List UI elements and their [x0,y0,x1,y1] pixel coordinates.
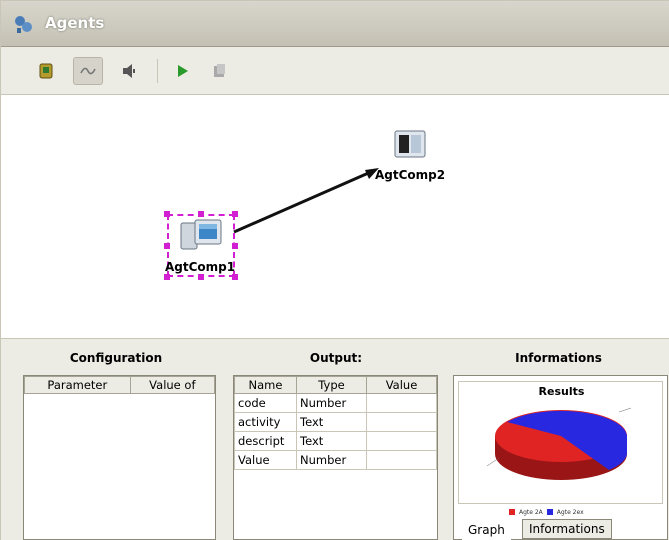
pie-chart [486,407,632,480]
type-cell: Text [296,431,367,451]
resize-handle[interactable] [232,274,238,280]
toolbar [1,47,669,95]
toolbar-separator [157,59,158,83]
resize-handle[interactable] [232,211,238,217]
value-cell[interactable] [366,450,437,470]
resize-handle[interactable] [198,274,204,280]
column-header[interactable]: Parameter [24,376,131,394]
stop-icon [214,64,225,77]
agent-computer-icon[interactable] [391,129,431,165]
value-cell[interactable] [366,393,437,413]
legend-label: Agte 2A [519,508,543,516]
add-agent-button[interactable] [31,57,61,85]
table-row[interactable]: activity Text [234,412,437,432]
type-cell: Number [296,393,367,413]
resize-handle[interactable] [164,243,170,249]
type-cell: Text [296,412,367,432]
table-row[interactable]: code Number [234,393,437,413]
sound-button[interactable] [114,57,144,85]
slice-leader-line [618,407,632,413]
name-cell: activity [234,412,297,432]
configuration-table[interactable]: Parameter Value of [23,375,216,540]
name-cell: code [234,393,297,413]
window-title: Agents [45,14,105,32]
connector-tool-button[interactable] [73,57,103,85]
node-label[interactable]: AgtComp1 [165,260,235,274]
legend-swatch [546,509,553,515]
configuration-title: Configuration [69,351,163,365]
type-cell: Number [296,450,367,470]
output-table[interactable]: Name Type Value code Number activity Tex… [233,375,438,540]
node-label[interactable]: AgtComp2 [375,168,445,182]
informations-title: Informations [515,351,602,365]
resize-handle[interactable] [232,243,238,249]
run-button[interactable] [167,57,197,85]
resize-handle[interactable] [164,274,170,280]
value-cell[interactable] [366,412,437,432]
play-icon [178,65,188,77]
output-title: Output: [309,351,363,365]
tab-graph[interactable]: Graph [462,521,511,540]
legend-label: Agte 2ex [556,508,584,516]
resize-handle[interactable] [164,211,170,217]
edge-layer [233,168,379,234]
title-bar[interactable]: Agents [1,1,669,47]
speaker-icon [123,64,135,78]
connector-icon [80,67,96,75]
name-cell: descript [234,431,297,451]
agent-canvas[interactable]: AgtComp1 AgtComp2 [1,95,669,338]
tab-informations[interactable]: Informations [522,519,612,539]
agent-computer-icon[interactable] [179,217,223,255]
informations-panel: Results Agte 2A Agte 2ex Graph Informati… [453,375,668,540]
chart-legend: Agte 2A Agte 2ex [509,506,609,518]
column-header[interactable]: Type [296,376,367,394]
app-icon [15,16,32,33]
table-row[interactable]: descript Text [234,431,437,451]
column-header[interactable]: Value of [129,376,216,394]
agents-window: Agents AgtComp1 AgtComp2 Configuration P… [0,0,669,540]
agent-add-icon [39,63,53,79]
connection-edge[interactable] [233,169,374,234]
properties-panel: Configuration Parameter Value of Output:… [1,338,669,540]
column-header[interactable]: Value [366,376,437,394]
stop-button[interactable] [204,57,234,85]
results-chart: Results [458,381,663,504]
name-cell: Value [234,450,297,470]
value-cell[interactable] [366,431,437,451]
legend-swatch [509,509,515,515]
table-row[interactable]: Value Number [234,450,437,470]
info-tabs: Graph Informations [454,519,669,540]
column-header[interactable]: Name [234,376,297,394]
slice-leader-line [486,457,500,467]
